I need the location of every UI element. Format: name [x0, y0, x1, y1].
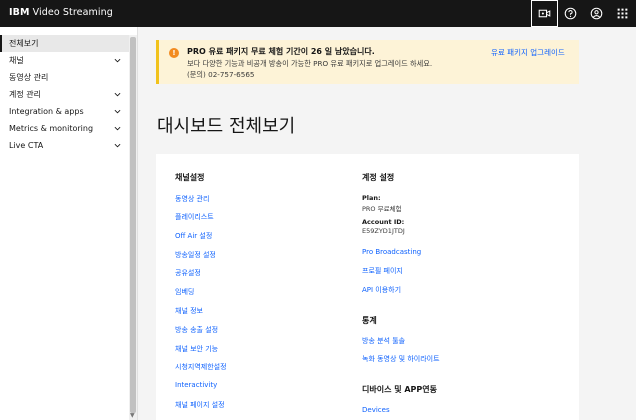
- help-icon[interactable]: [557, 0, 584, 27]
- link-embedding[interactable]: 임베딩: [175, 287, 194, 297]
- top-bar: IBM Video Streaming: [0, 0, 636, 27]
- sidebar: 전체보기 채널 동영상 관리 계정 관리 Integration & apps …: [0, 27, 138, 420]
- link-broadcast-analytics[interactable]: 방송 분석 툴솔: [362, 336, 405, 346]
- link-broadcast-settings[interactable]: 방송 송출 설정: [175, 325, 218, 335]
- brand-prefix: IBM: [9, 7, 30, 18]
- sidebar-item-account-management[interactable]: 계정 관리: [0, 86, 137, 103]
- link-channel-page-settings[interactable]: 채널 페이지 설정: [175, 400, 225, 410]
- banner-title: PRO 유료 패키지 무료 체험 기간이 26 일 남았습니다.: [187, 47, 375, 56]
- sidebar-item-label: Live CTA: [9, 141, 44, 150]
- sidebar-scrollbar[interactable]: ▼: [129, 35, 137, 420]
- warning-icon: !: [169, 48, 179, 58]
- plan-value: PRO 무료체험: [362, 205, 402, 213]
- link-channel-security[interactable]: 채널 보안 기능: [175, 344, 218, 354]
- sidebar-item-channel[interactable]: 채널: [0, 52, 137, 69]
- sidebar-item-integration[interactable]: Integration & apps: [0, 103, 137, 120]
- plan-label: Plan:: [362, 194, 381, 202]
- scrollbar-thumb[interactable]: [130, 37, 136, 413]
- sidebar-item-metrics[interactable]: Metrics & monitoring: [0, 120, 137, 137]
- link-interactivity[interactable]: Interactivity: [175, 381, 217, 389]
- link-playlist[interactable]: 플레이리스트: [175, 212, 214, 222]
- chevron-down-icon: [114, 143, 121, 148]
- sidebar-item-label: Integration & apps: [9, 107, 84, 116]
- link-devices[interactable]: Devices: [362, 406, 390, 414]
- sidebar-item-label: 채널: [9, 56, 24, 65]
- sidebar-item-label: 계정 관리: [9, 90, 41, 99]
- link-video-management[interactable]: 동영상 관리: [175, 194, 209, 204]
- devices-section-title: 디바이스 및 APP연동: [362, 385, 438, 394]
- link-pro-broadcasting[interactable]: Pro Broadcasting: [362, 248, 421, 256]
- sidebar-item-live-cta[interactable]: Live CTA: [0, 137, 137, 154]
- account-id-label: Account ID:: [362, 218, 405, 226]
- brand-logo[interactable]: IBM Video Streaming: [9, 7, 113, 18]
- link-geo-restriction[interactable]: 시청지역제한설정: [175, 362, 227, 372]
- scroll-down-arrow-icon[interactable]: ▼: [130, 412, 135, 419]
- link-share-settings[interactable]: 공유설정: [175, 268, 201, 278]
- link-recorded-highlights[interactable]: 녹화 동영상 및 하이라이트: [362, 354, 440, 364]
- sidebar-item-video-management[interactable]: 동영상 관리: [0, 69, 137, 86]
- sidebar-item-overview[interactable]: 전체보기: [0, 35, 137, 52]
- link-off-air-settings[interactable]: Off Air 설정: [175, 231, 212, 241]
- section-title: 채널설정: [175, 173, 205, 182]
- stats-section-title: 통계: [362, 316, 377, 325]
- link-broadcast-schedule[interactable]: 방송일정 설정: [175, 250, 216, 260]
- chevron-down-icon: [114, 58, 121, 63]
- link-api[interactable]: API 이용하기: [362, 285, 401, 295]
- chevron-down-icon: [114, 126, 121, 131]
- video-camera-icon[interactable]: [531, 0, 558, 27]
- dashboard-card: 채널설정 동영상 관리 플레이리스트 Off Air 설정 방송일정 설정 공유…: [156, 154, 579, 420]
- upgrade-package-link[interactable]: 유료 패키지 업그레이드: [491, 47, 565, 58]
- sidebar-item-label: 동영상 관리: [9, 73, 49, 82]
- section-title: 계정 설정: [362, 173, 395, 182]
- brand-name: Video Streaming: [32, 7, 113, 18]
- link-profile-page[interactable]: 프로필 페이지: [362, 266, 403, 276]
- account-id-value: E59ZYD1JTDJ: [362, 227, 405, 235]
- sidebar-item-label: 전체보기: [9, 39, 39, 48]
- chevron-down-icon: [114, 92, 121, 97]
- app-grid-icon[interactable]: [609, 0, 636, 27]
- page-title: 대시보드 전체보기: [157, 116, 296, 137]
- trial-banner: ! PRO 유료 패키지 무료 체험 기간이 26 일 남았습니다. 보다 다양…: [156, 40, 579, 84]
- sidebar-item-label: Metrics & monitoring: [9, 124, 94, 133]
- link-channel-info[interactable]: 채널 정보: [175, 306, 203, 316]
- user-icon[interactable]: [583, 0, 610, 27]
- banner-description: 보다 다양한 기능과 비공개 방송이 가능한 PRO 유료 패키지로 업그레이드…: [187, 59, 433, 68]
- banner-contact: (문의) 02-757-6565: [187, 70, 255, 79]
- chevron-down-icon: [114, 109, 121, 114]
